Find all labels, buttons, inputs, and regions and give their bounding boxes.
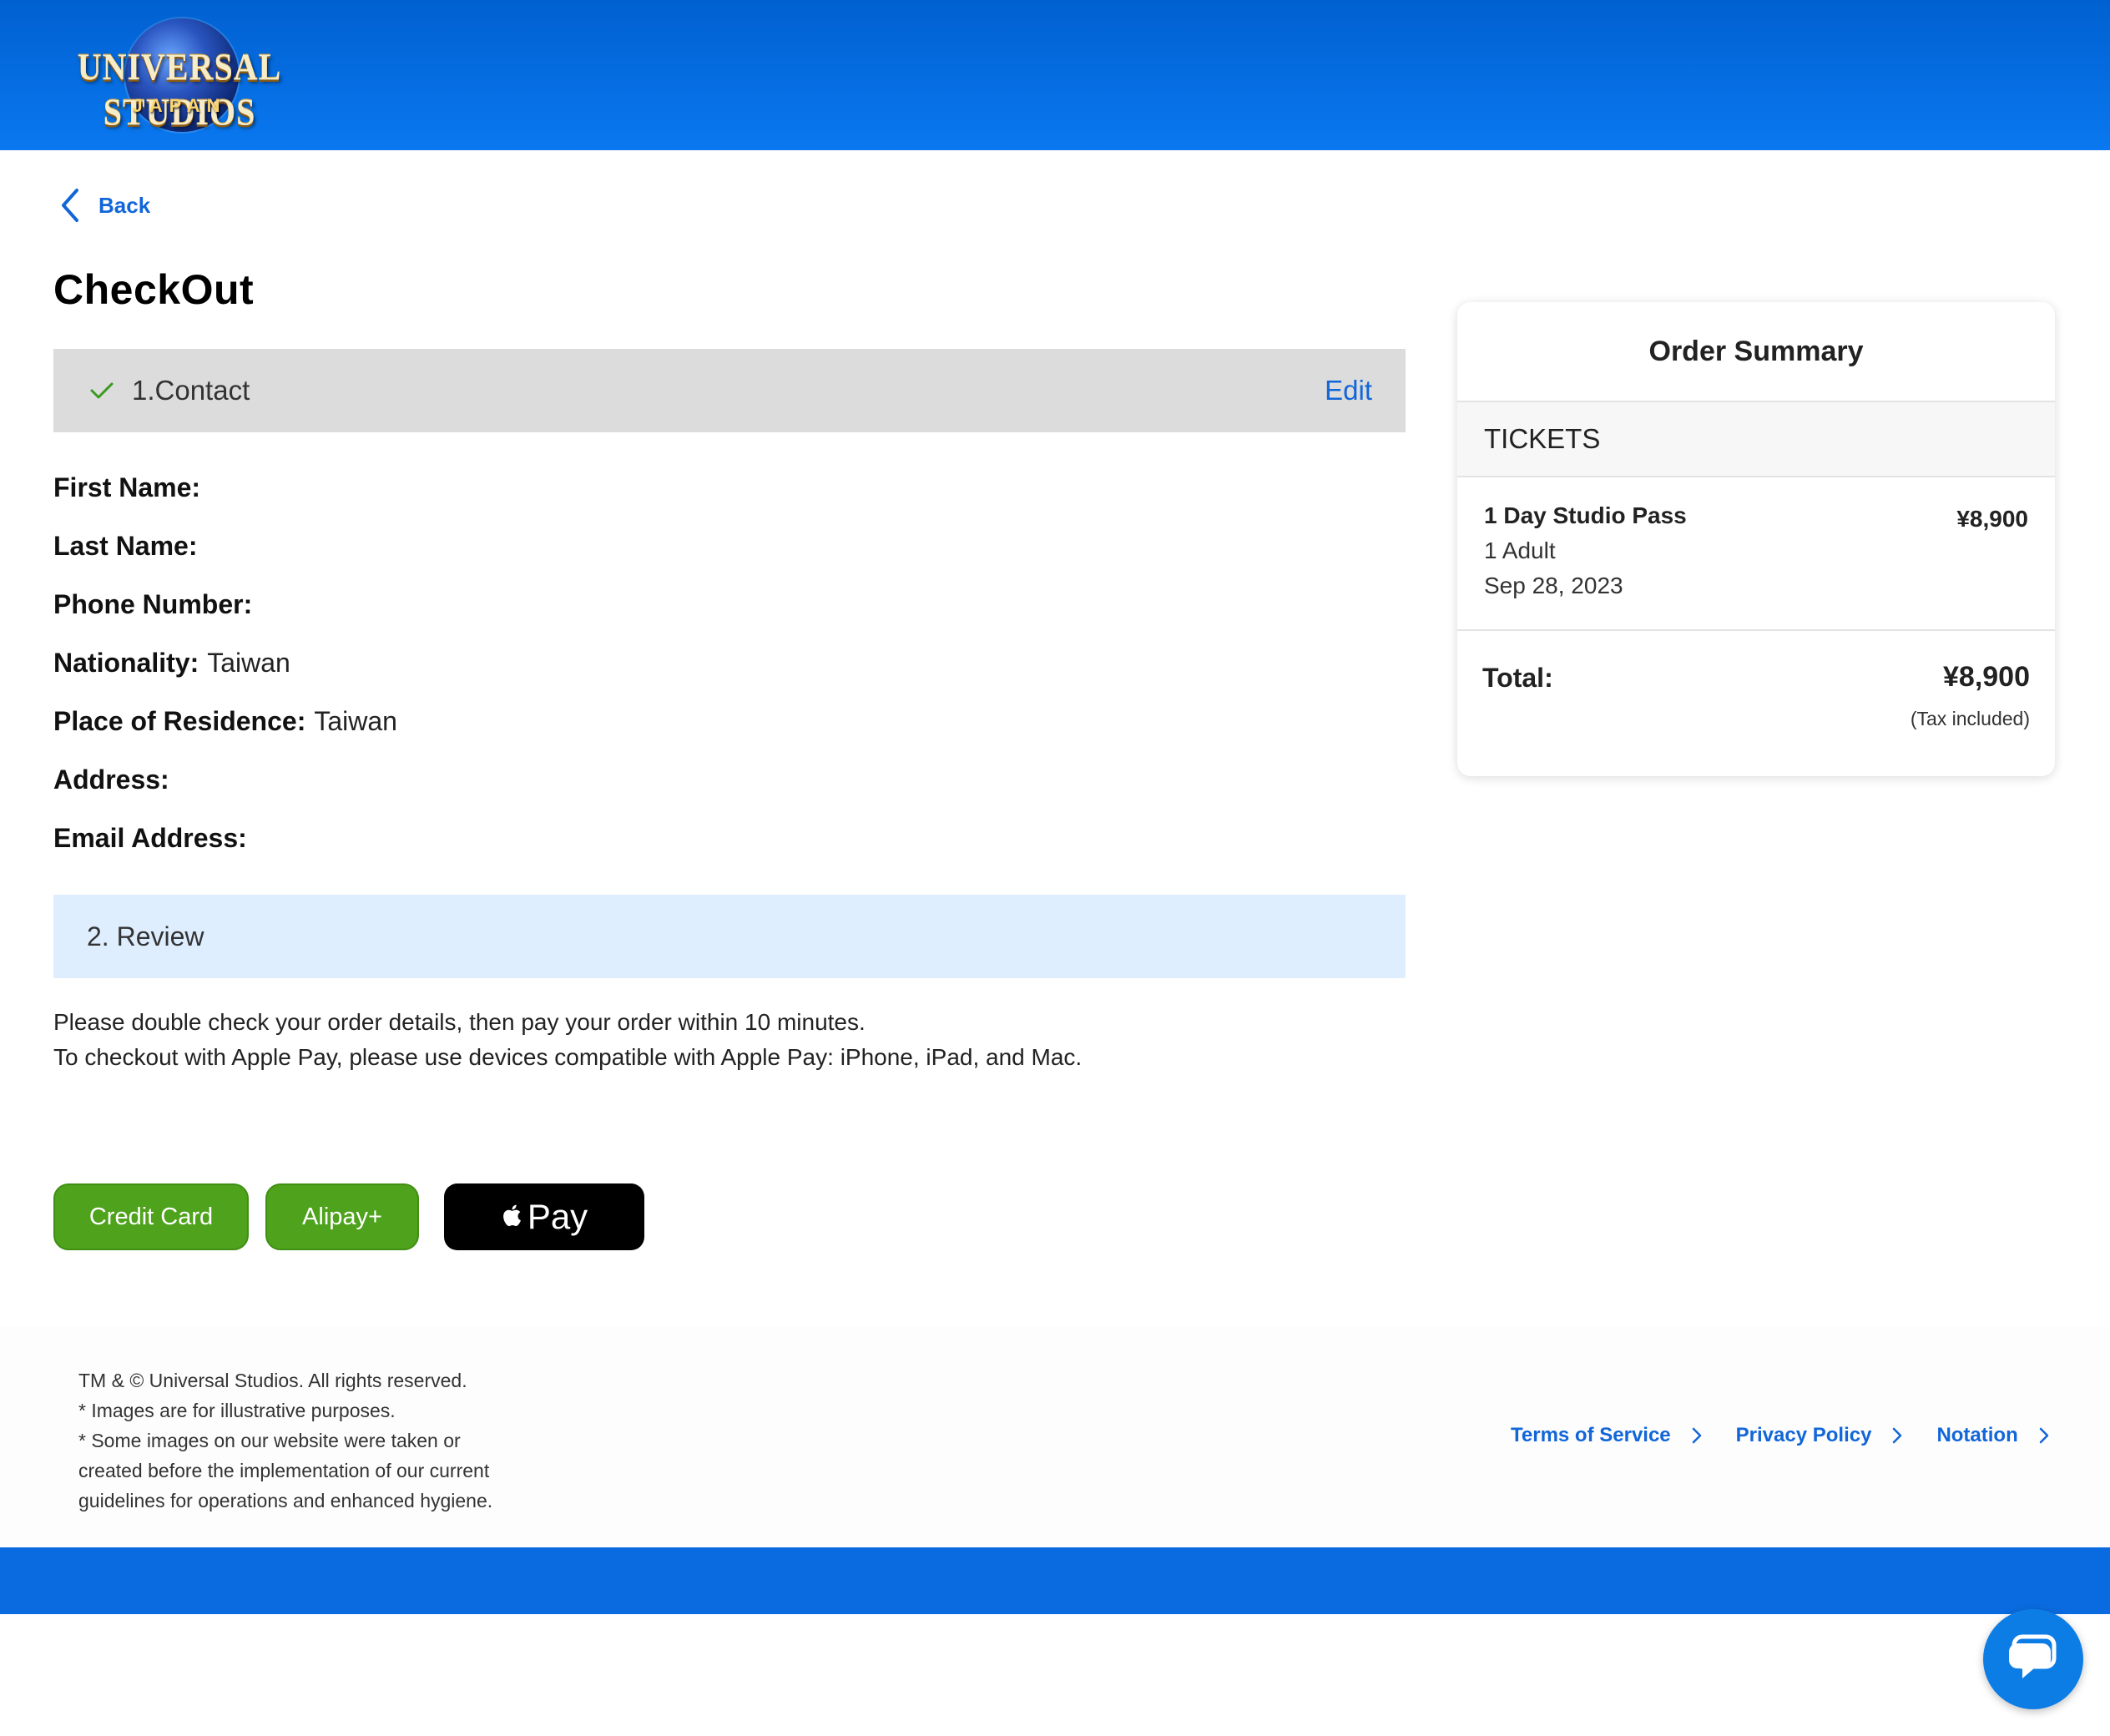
contact-step-header: 1.Contact Edit xyxy=(53,349,1406,432)
field-label: Place of Residence: xyxy=(53,706,306,736)
page-title: CheckOut xyxy=(53,266,255,313)
chevron-right-icon xyxy=(1692,1427,1701,1444)
legal-line: * Images are for illustrative purposes. xyxy=(78,1400,396,1421)
footer-link-label: Terms of Service xyxy=(1511,1424,1671,1446)
field-label: Address: xyxy=(53,765,169,795)
order-total: Total: ¥8,900 (Tax included) xyxy=(1457,631,2055,765)
credit-card-button[interactable]: Credit Card xyxy=(53,1183,249,1250)
apple-pay-button[interactable]: Pay xyxy=(444,1183,644,1250)
field-label: Phone Number: xyxy=(53,589,253,619)
total-amount: ¥8,900 xyxy=(1943,661,2030,693)
back-link[interactable]: Back xyxy=(60,185,150,225)
contact-step-label: 1.Contact xyxy=(132,375,250,406)
legal-line: created before the implementation of our… xyxy=(78,1460,490,1481)
tax-note: (Tax included) xyxy=(1910,708,2030,729)
logo-text-main: UNIVERSAL STUDIOS xyxy=(77,45,282,134)
footer-bar xyxy=(0,1547,2110,1614)
edit-contact-link[interactable]: Edit xyxy=(1325,375,1372,406)
ticket-price: ¥8,900 xyxy=(1956,506,2028,532)
field-value: Taiwan xyxy=(314,706,397,736)
chat-bubble-icon xyxy=(2009,1634,2057,1678)
legal-line: TM & © Universal Studios. All rights res… xyxy=(78,1370,467,1391)
legal-line: guidelines for operations and enhanced h… xyxy=(78,1490,493,1511)
logo-text-sub: JAPAN xyxy=(132,95,227,116)
review-instructions: Please double check your order details, … xyxy=(53,1005,1082,1075)
notation-link[interactable]: Notation xyxy=(1936,1424,2049,1447)
legal-line: * Some images on our website were taken … xyxy=(78,1430,461,1451)
site-header: UNIVERSAL STUDIOS JAPAN xyxy=(0,0,2110,150)
tickets-section-header: TICKETS xyxy=(1457,402,2055,477)
contact-details: First Name: Last Name: Phone Number: Nat… xyxy=(53,467,1389,876)
check-icon xyxy=(90,382,114,399)
universal-studios-japan-logo[interactable]: UNIVERSAL STUDIOS JAPAN xyxy=(58,18,300,134)
review-step-header: 2. Review xyxy=(53,895,1406,978)
field-first-name: First Name: xyxy=(53,467,1389,526)
legal-notice: TM & © Universal Studios. All rights res… xyxy=(78,1365,492,1516)
order-summary-title: Order Summary xyxy=(1457,302,2055,402)
field-label: Nationality: xyxy=(53,648,199,678)
back-label: Back xyxy=(98,192,151,218)
privacy-policy-link[interactable]: Privacy Policy xyxy=(1736,1424,1904,1447)
chevron-right-icon xyxy=(2039,1427,2048,1444)
apple-logo-icon xyxy=(502,1204,521,1227)
ticket-line-item: 1 Day Studio Pass ¥8,900 1 Adult Sep 28,… xyxy=(1457,477,2055,631)
review-note-line: Please double check your order details, … xyxy=(53,1009,866,1035)
field-label: First Name: xyxy=(53,472,201,502)
review-step-label: 2. Review xyxy=(87,921,204,951)
chevron-right-icon xyxy=(1893,1427,1902,1444)
footer-link-label: Privacy Policy xyxy=(1735,1424,1872,1446)
alipay-button[interactable]: Alipay+ xyxy=(265,1183,419,1250)
field-phone-number: Phone Number: xyxy=(53,584,1389,643)
footer-links: Terms of Service Privacy Policy Notation xyxy=(1511,1424,2083,1447)
footer-link-label: Notation xyxy=(1936,1424,2018,1446)
field-nationality: Nationality: Taiwan xyxy=(53,643,1389,701)
chevron-left-icon xyxy=(62,189,78,222)
field-address: Address: xyxy=(53,760,1389,818)
total-label: Total: xyxy=(1482,663,1553,693)
chat-button[interactable] xyxy=(1983,1609,2083,1709)
ticket-date: Sep 28, 2023 xyxy=(1484,573,1623,598)
terms-of-service-link[interactable]: Terms of Service xyxy=(1511,1424,1703,1447)
ticket-name: 1 Day Studio Pass xyxy=(1484,502,1687,528)
apple-pay-label: Pay xyxy=(527,1197,588,1236)
ticket-quantity: 1 Adult xyxy=(1484,537,1556,563)
field-place-of-residence: Place of Residence: Taiwan xyxy=(53,701,1389,760)
field-last-name: Last Name: xyxy=(53,526,1389,584)
field-label: Last Name: xyxy=(53,531,198,561)
review-note-line: To checkout with Apple Pay, please use d… xyxy=(53,1044,1083,1070)
field-email-address: Email Address: xyxy=(53,818,1389,876)
order-summary-card: Order Summary TICKETS 1 Day Studio Pass … xyxy=(1457,302,2055,776)
field-value: Taiwan xyxy=(207,648,290,678)
field-label: Email Address: xyxy=(53,823,247,853)
